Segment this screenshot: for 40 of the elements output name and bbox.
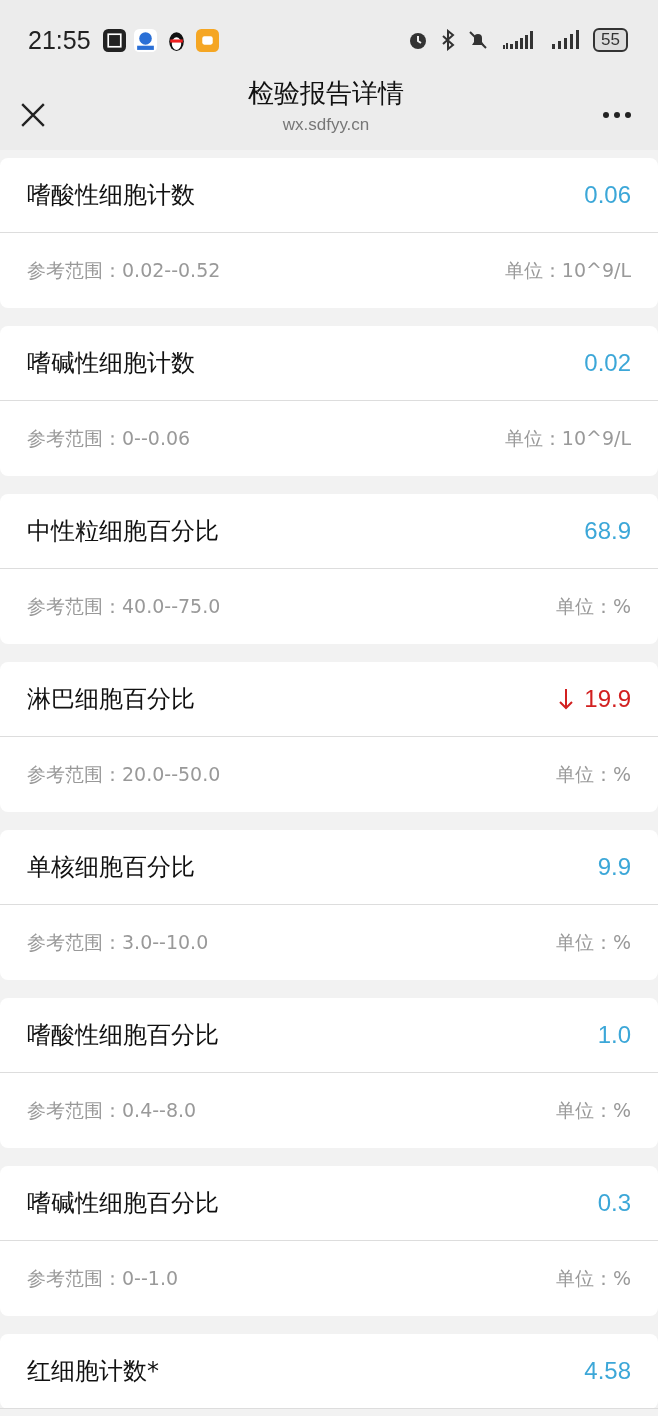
test-name: 嗜碱性细胞百分比 xyxy=(27,1188,219,1219)
battery-indicator: 55 xyxy=(593,28,628,52)
unit-label: 单位：10^9/L xyxy=(504,425,631,451)
test-value: 19.9 xyxy=(558,685,631,713)
page-title: 检验报告详情 xyxy=(248,76,404,110)
test-value: 9.9 xyxy=(597,853,631,881)
test-name: 淋巴细胞百分比 xyxy=(27,684,195,715)
reference-range: 参考范围：0.4--8.0 xyxy=(27,1097,197,1123)
signal-icon xyxy=(551,29,580,51)
unit-label: 单位：10^9/L xyxy=(504,257,631,283)
down-arrow-icon xyxy=(558,688,575,710)
reference-range: 参考范围：20.0--50.0 xyxy=(27,761,221,787)
test-name: 嗜酸性细胞百分比 xyxy=(27,1020,219,1051)
test-name: 嗜酸性细胞计数 xyxy=(27,180,195,211)
reference-range: 参考范围：0.02--0.52 xyxy=(27,257,221,283)
test-value: 68.9 xyxy=(584,517,631,545)
unit-label: 单位：% xyxy=(555,929,631,955)
unit-label: 单位：% xyxy=(555,1265,631,1291)
app-icon xyxy=(133,28,157,52)
test-value: 0.02 xyxy=(584,349,631,377)
reference-range: 参考范围：40.0--75.0 xyxy=(27,593,221,619)
test-name: 中性粒细胞百分比 xyxy=(27,516,219,547)
app-icon xyxy=(102,28,126,52)
test-value: 0.3 xyxy=(597,1189,631,1217)
unit-label: 单位：% xyxy=(555,761,631,787)
page-url: wx.sdfyy.cn xyxy=(282,114,370,135)
status-time: 21:55 xyxy=(28,25,91,55)
test-name: 单核细胞百分比 xyxy=(27,852,195,883)
more-icon[interactable] xyxy=(602,111,632,119)
test-name: 嗜碱性细胞计数 xyxy=(27,348,195,379)
app-icon xyxy=(195,28,219,52)
unit-label: 单位：% xyxy=(555,1097,631,1123)
reference-range: 参考范围：3.0--10.0 xyxy=(27,929,209,955)
reference-range: 参考范围：0--0.06 xyxy=(27,425,191,451)
reference-range: 参考范围：0--1.0 xyxy=(27,1265,179,1291)
unit-label: 单位：% xyxy=(555,593,631,619)
test-value: 1.0 xyxy=(597,1021,631,1049)
test-name: 红细胞计数* xyxy=(27,1356,159,1387)
test-value: 0.06 xyxy=(584,181,631,209)
test-value: 4.58 xyxy=(584,1357,631,1385)
